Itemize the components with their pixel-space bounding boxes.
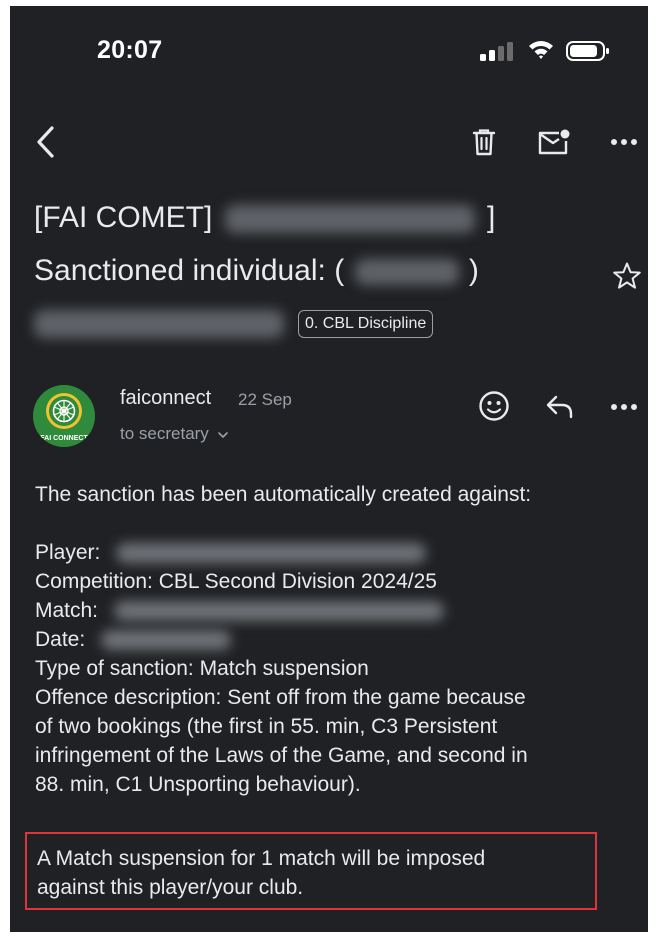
avatar-text: FAI CONNECT <box>40 435 88 442</box>
match-row: Match: <box>35 596 645 625</box>
match-label: Match: <box>35 599 99 622</box>
more-horizontal-icon <box>611 139 637 145</box>
redacted-date <box>101 630 232 651</box>
chevron-left-icon <box>37 126 54 158</box>
competition-row: Competition: CBL Second Division 2024/25 <box>35 570 437 593</box>
reply-icon <box>546 395 573 419</box>
mark-unread-button[interactable] <box>533 122 575 162</box>
subject-line-1: [FAI COMET] ] <box>34 191 614 244</box>
message-body: The sanction has been automatically crea… <box>35 480 645 799</box>
body-intro: The sanction has been automatically crea… <box>35 483 532 506</box>
offence-line-1: Offence description: Sent off from the g… <box>35 686 526 709</box>
redacted-match <box>113 601 444 622</box>
add-reaction-button[interactable] <box>476 388 512 424</box>
subject-line-2: Sanctioned individual: ( ) <box>34 244 614 297</box>
recipient-toggle[interactable]: to secretary <box>120 424 229 444</box>
email-screen: 20:07 [FAI COMET]] Sanctioned individua… <box>10 6 648 932</box>
more-horizontal-icon <box>611 404 637 410</box>
message-more-button[interactable] <box>606 389 642 425</box>
fai-connect-logo-icon: FAI CONNECT <box>33 385 95 447</box>
suspension-line-2: against this player/your club. <box>37 876 304 899</box>
delete-button[interactable] <box>466 122 502 162</box>
smiley-icon <box>479 391 509 421</box>
sender-name[interactable]: faiconnect <box>120 387 211 410</box>
redacted-team-name <box>224 205 475 234</box>
subject-prefix: [FAI COMET] <box>34 201 213 234</box>
sender-avatar[interactable]: FAI CONNECT <box>33 385 95 447</box>
battery-icon <box>566 41 609 61</box>
date-label: Date: <box>35 628 86 651</box>
more-options-button[interactable] <box>606 122 642 162</box>
suspension-notice-text: A Match suspension for 1 match will be i… <box>37 844 587 902</box>
offence-line-4: 88. min, C1 Unsporting behaviour). <box>35 773 361 796</box>
redacted-player <box>116 543 427 564</box>
offence-line-3: infringement of the Laws of the Game, an… <box>35 744 528 767</box>
subject-sanction-label: Sanctioned individual: ( <box>34 254 345 287</box>
back-button[interactable] <box>28 122 64 162</box>
subject-line-3: 0. CBL Discipline <box>34 297 614 350</box>
recipient-label: to secretary <box>120 424 209 443</box>
chevron-down-icon <box>217 431 228 438</box>
player-row: Player: <box>35 538 645 567</box>
reply-button[interactable] <box>542 389 578 425</box>
label-chip[interactable]: 0. CBL Discipline <box>298 309 434 338</box>
date-row: Date: <box>35 625 645 654</box>
email-subject: [FAI COMET] ] Sanctioned individual: ( )… <box>34 191 614 350</box>
offence-line-2: of two bookings (the first in 55. min, C… <box>35 715 498 738</box>
sanction-type-row: Type of sanction: Match suspension <box>35 657 369 680</box>
subject-bracket-close: ] <box>487 201 496 234</box>
trash-icon <box>472 129 496 156</box>
mail-unread-icon <box>538 129 570 155</box>
star-outline-icon <box>613 262 641 289</box>
message-date: 22 Sep <box>238 390 292 409</box>
redacted-player-name <box>34 309 284 338</box>
star-button[interactable] <box>609 258 645 294</box>
highlighted-suspension-notice: A Match suspension for 1 match will be i… <box>25 832 597 910</box>
player-label: Player: <box>35 541 101 564</box>
wifi-icon <box>529 41 553 59</box>
suspension-line-1: A Match suspension for 1 match will be i… <box>37 847 486 870</box>
cellular-signal-icon <box>480 41 516 61</box>
status-time: 20:07 <box>97 36 163 64</box>
subject-paren-close: ) <box>468 254 479 287</box>
redacted-player-id <box>354 259 459 286</box>
